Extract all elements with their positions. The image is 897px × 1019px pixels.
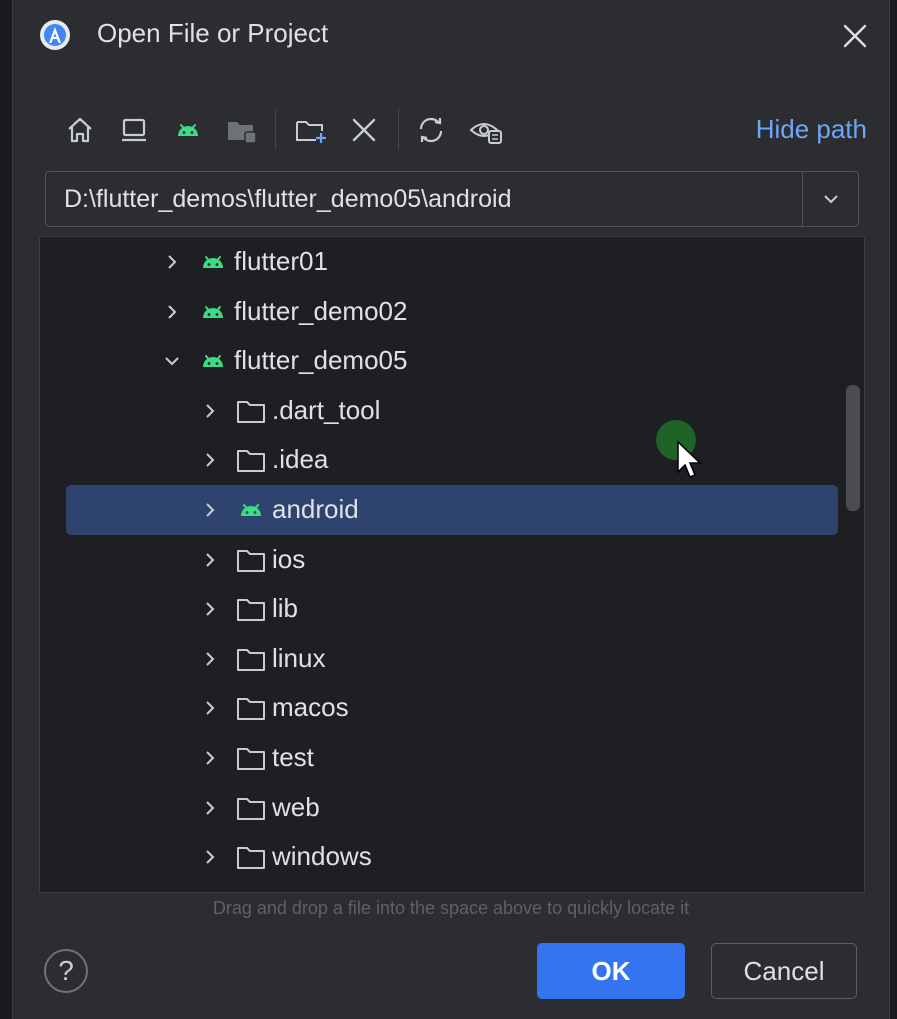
folder-icon — [237, 847, 265, 870]
folder-icon — [237, 748, 265, 770]
title-bar: Open File or Project — [13, 0, 889, 70]
tree-row-android[interactable]: android — [40, 485, 864, 535]
show-hidden-button[interactable] — [468, 112, 504, 148]
path-combobox — [45, 171, 859, 227]
chevron-right-icon[interactable] — [200, 450, 220, 470]
android-project-button[interactable] — [170, 112, 206, 148]
chevron-right-icon[interactable] — [200, 748, 220, 768]
toolbar-separator — [398, 108, 399, 150]
show-hidden-icon — [469, 123, 502, 144]
tree-row-label: flutter_demo05 — [234, 345, 408, 376]
refresh-button[interactable] — [413, 112, 449, 148]
tree-row-test[interactable]: test — [40, 733, 864, 783]
module-folder-button[interactable] — [224, 112, 260, 148]
chevron-right-icon[interactable] — [200, 798, 220, 818]
android-module-icon — [203, 305, 223, 318]
android-module-icon — [203, 355, 223, 368]
tree-row-label: macos — [272, 692, 349, 723]
tree-row-label: flutter01 — [234, 246, 328, 276]
tree-row-web[interactable]: web — [40, 783, 864, 833]
chevron-down-icon — [824, 195, 838, 204]
chevron-right-icon[interactable] — [162, 252, 182, 272]
tree-row-label: .idea — [272, 444, 329, 475]
chevron-right-icon[interactable] — [200, 550, 220, 570]
tree-row-label: android — [272, 494, 359, 524]
folder-icon — [237, 450, 265, 473]
tree-scrollbar[interactable] — [846, 385, 860, 511]
desktop-icon — [122, 118, 146, 142]
selection-highlight — [66, 485, 838, 535]
tree-row-label: web — [272, 791, 320, 822]
tree-row-dart-tool[interactable]: .dart_tool — [40, 386, 864, 436]
chevron-right-icon[interactable] — [162, 302, 182, 322]
folder-icon — [237, 797, 265, 820]
close-icon[interactable] — [839, 20, 871, 52]
delete-icon — [352, 118, 376, 142]
tree-row-flutter-demo02[interactable]: flutter_demo02 — [40, 287, 864, 337]
tree-row-label: linux — [272, 642, 326, 673]
delete-button[interactable] — [346, 112, 382, 148]
folder-icon — [237, 549, 265, 572]
chevron-right-icon[interactable] — [200, 401, 220, 421]
tree-row-label: flutter_demo02 — [234, 295, 408, 326]
tree-row-ios[interactable]: ios — [40, 535, 864, 585]
new-folder-button[interactable] — [293, 112, 329, 148]
new-folder-icon — [296, 121, 326, 143]
folder-icon — [237, 599, 265, 622]
tree-row-flutter-demo05[interactable]: flutter_demo05 — [40, 336, 864, 386]
tree-row-macos[interactable]: macos — [40, 683, 864, 733]
folder-icon — [237, 648, 265, 671]
path-dropdown-button[interactable] — [802, 172, 859, 226]
folder-icon — [237, 698, 265, 721]
tree-row-windows[interactable]: windows — [40, 832, 864, 882]
android-module-icon — [241, 504, 261, 516]
chevron-right-icon[interactable] — [200, 649, 220, 669]
folder-icon — [237, 400, 265, 423]
tree-row-lib[interactable]: lib — [40, 584, 864, 634]
toolbar-separator — [275, 108, 276, 150]
refresh-icon — [419, 117, 443, 143]
tree-row-label: windows — [272, 841, 372, 872]
tree-row-label: test — [272, 742, 314, 772]
chevron-right-icon[interactable] — [200, 500, 220, 520]
chevron-down-icon[interactable] — [162, 351, 182, 371]
home-icon — [68, 117, 92, 143]
module-folder-icon — [228, 122, 257, 144]
file-tree: flutter01 flutter_demo02 flutter_demo05 .da… — [39, 236, 865, 893]
drag-drop-hint: Drag and drop a file into the space abov… — [212, 898, 690, 918]
android-project-icon — [178, 124, 198, 136]
open-file-dialog: Open File or Project Hide path D:\flutte… — [12, 0, 890, 1019]
chevron-right-icon[interactable] — [200, 847, 220, 867]
home-button[interactable] — [62, 112, 98, 148]
chevron-right-icon[interactable] — [200, 698, 220, 718]
tree-row-label: .dart_tool — [272, 394, 381, 425]
cancel-button[interactable]: Cancel — [711, 943, 857, 999]
hide-path-link[interactable]: Hide path — [756, 114, 867, 145]
path-input[interactable] — [46, 172, 802, 226]
android-module-icon — [203, 256, 223, 268]
tree-row-idea[interactable]: .idea — [40, 435, 864, 485]
toolbar: Hide path — [13, 100, 889, 160]
tree-row-flutter01[interactable]: flutter01 — [40, 237, 864, 287]
help-button[interactable]: ? — [44, 949, 88, 993]
android-studio-logo-icon — [40, 20, 70, 50]
tree-row-label: lib — [272, 593, 299, 624]
chevron-right-icon[interactable] — [200, 599, 220, 619]
ok-button[interactable]: OK — [537, 943, 685, 999]
tree-row-linux[interactable]: linux — [40, 634, 864, 684]
tree-row-label: ios — [272, 543, 306, 574]
dialog-title: Open File or Project — [97, 18, 329, 48]
desktop-button[interactable] — [116, 112, 152, 148]
